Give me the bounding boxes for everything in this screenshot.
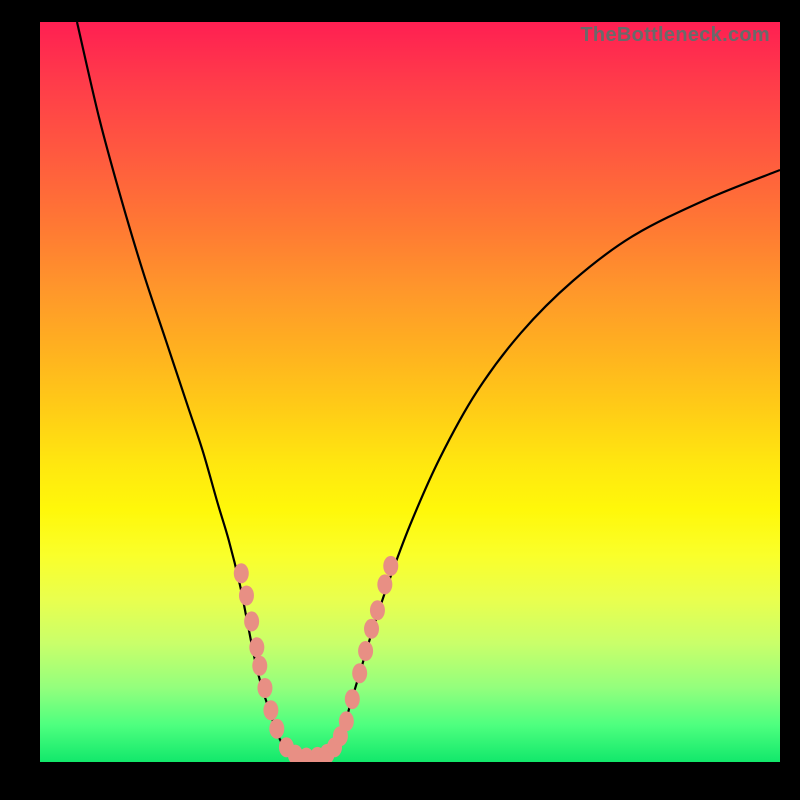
data-marker (234, 563, 249, 583)
marker-group (234, 556, 398, 762)
data-marker (352, 663, 367, 683)
data-marker (377, 574, 392, 594)
data-marker (263, 700, 278, 720)
data-marker (383, 556, 398, 576)
chart-svg (40, 22, 780, 762)
plot-area: TheBottleneck.com (40, 22, 780, 762)
data-marker (358, 641, 373, 661)
data-marker (370, 600, 385, 620)
data-marker (364, 619, 379, 639)
chart-frame: TheBottleneck.com (0, 0, 800, 800)
data-marker (252, 656, 267, 676)
data-marker (339, 711, 354, 731)
data-marker (244, 611, 259, 631)
data-marker (257, 678, 272, 698)
data-marker (269, 719, 284, 739)
data-marker (249, 637, 264, 657)
bottleneck-curve (77, 22, 780, 760)
data-marker (345, 689, 360, 709)
data-marker (239, 586, 254, 606)
